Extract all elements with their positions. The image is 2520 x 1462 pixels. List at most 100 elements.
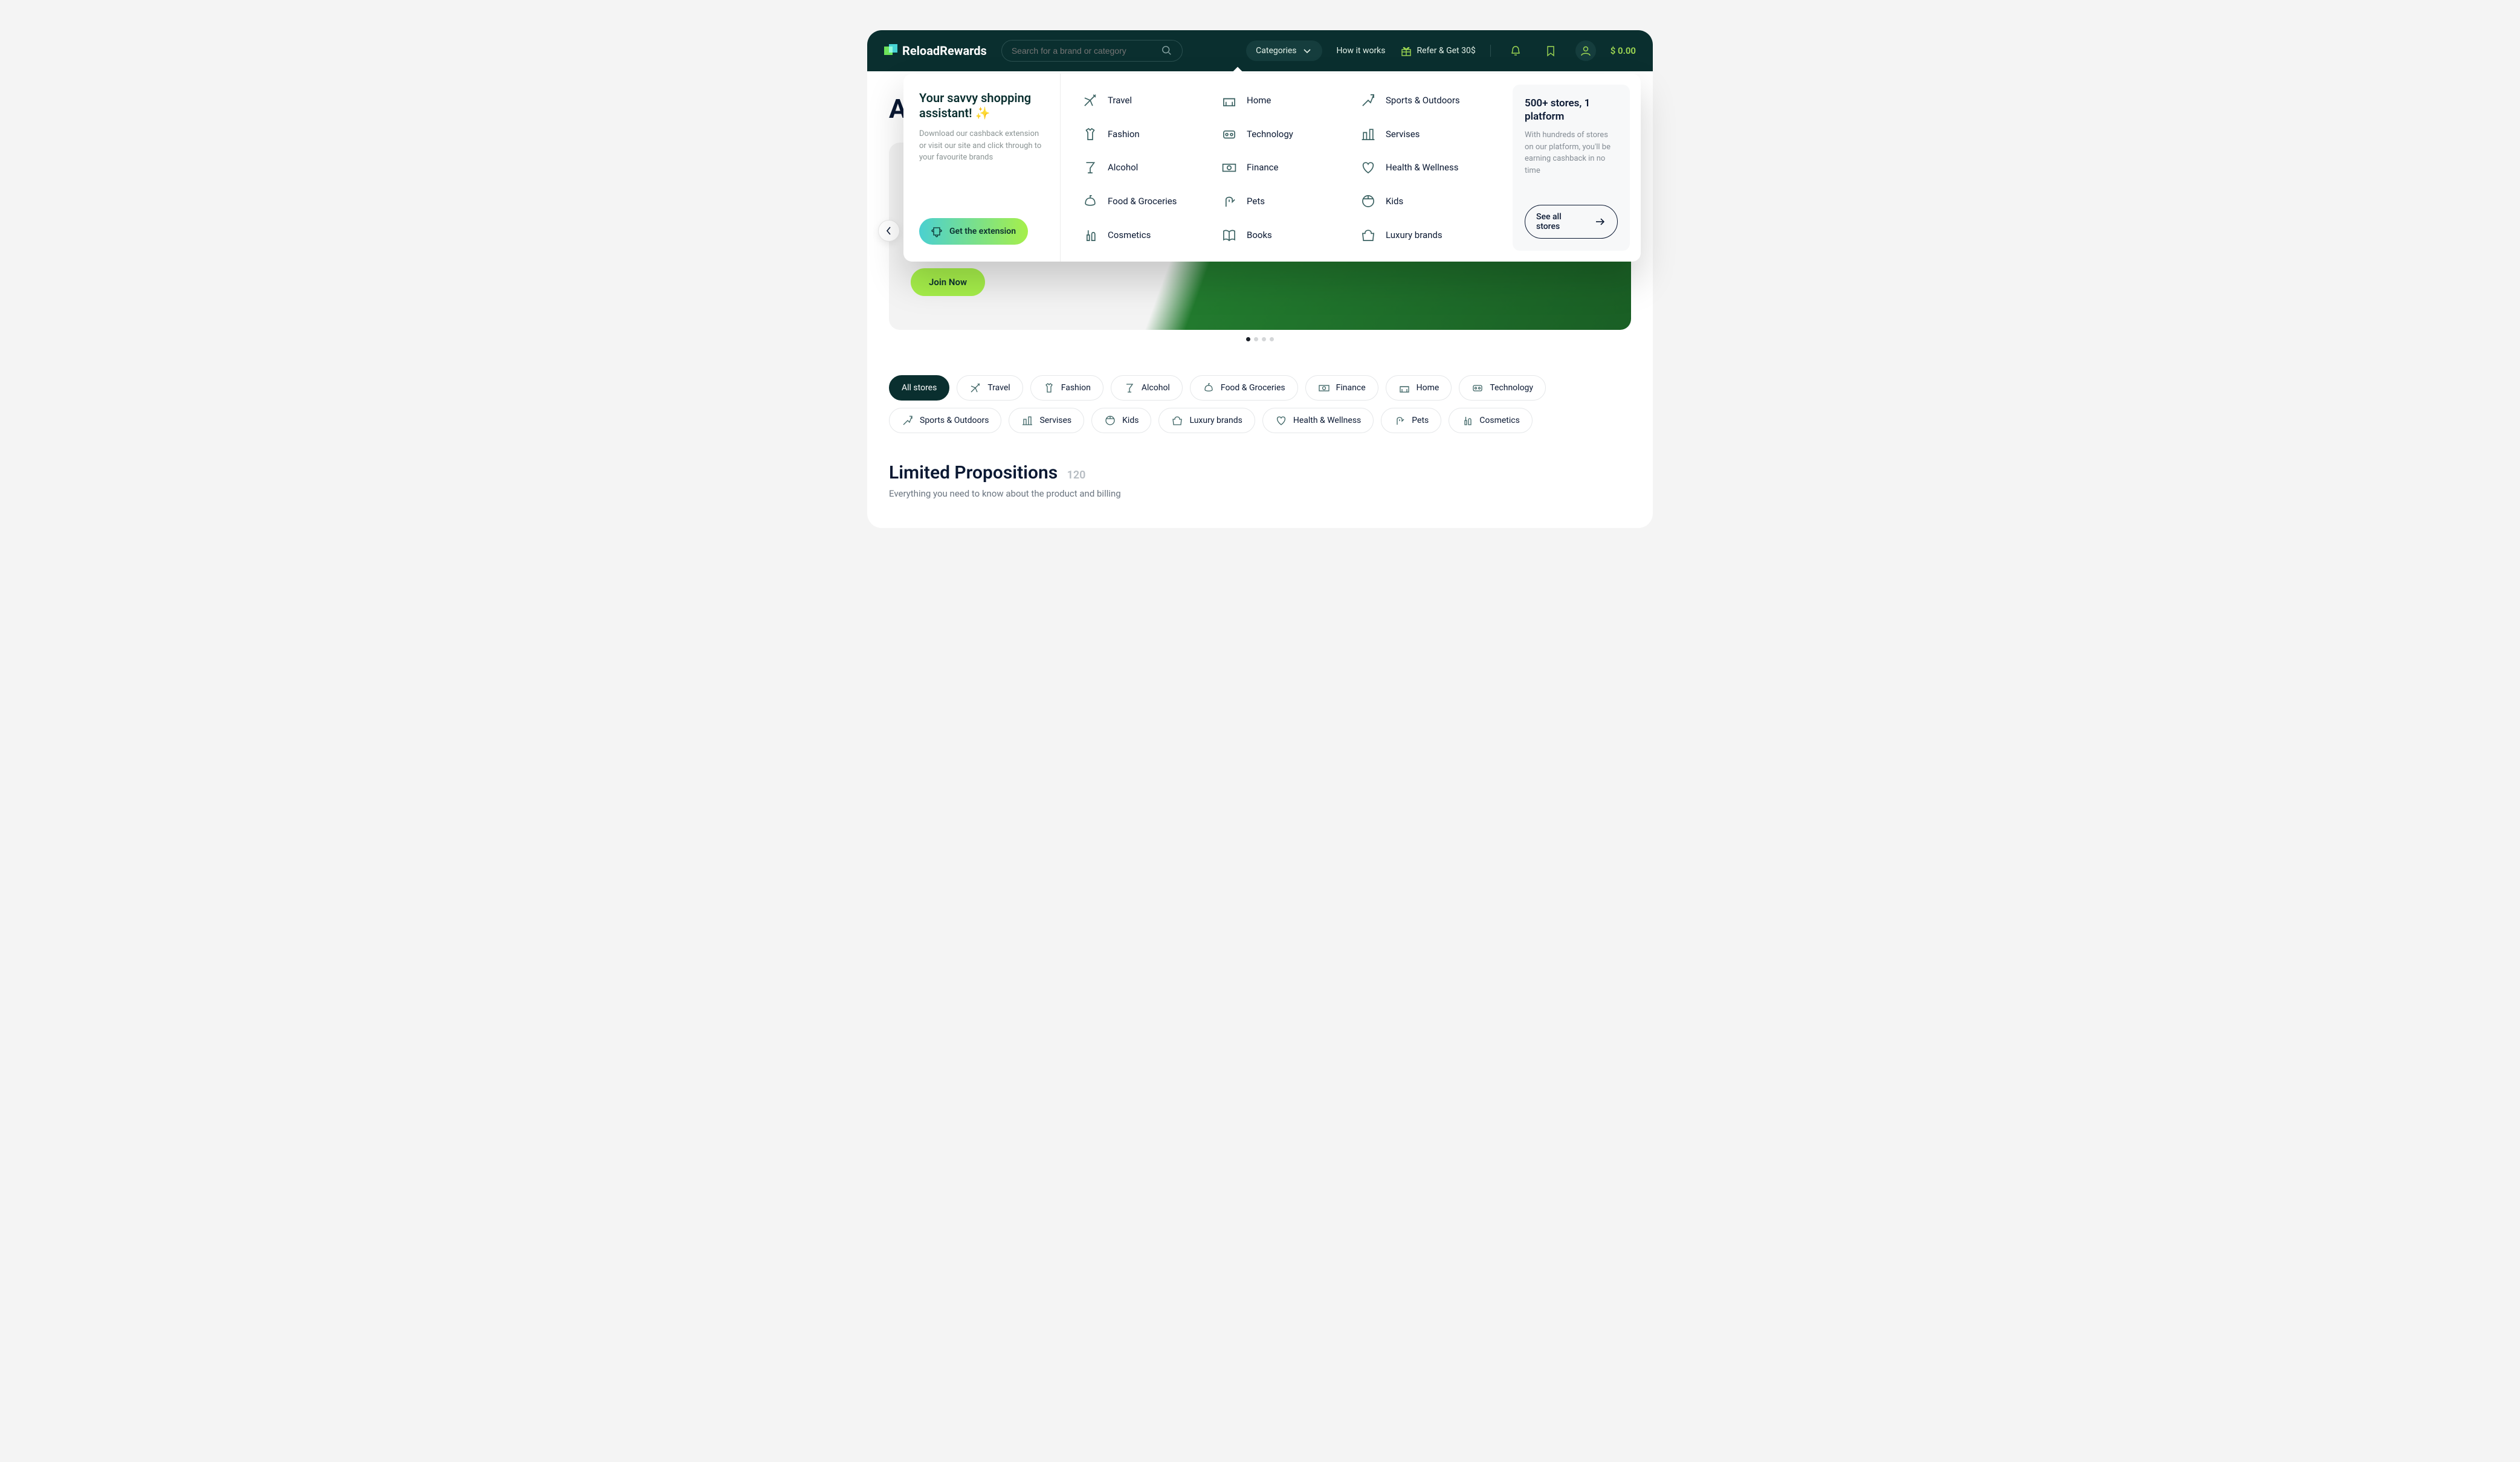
category-label: Pets [1247, 196, 1265, 207]
nav-refer-label: Refer & Get 30$ [1417, 46, 1476, 56]
bookmarks-button[interactable] [1540, 40, 1561, 61]
limited-count: 120 [1067, 469, 1086, 481]
filter-chip[interactable]: Alcohol [1111, 375, 1183, 401]
chip-label: Home [1417, 383, 1439, 393]
filter-chip[interactable]: Sports & Outdoors [889, 408, 1001, 433]
search-input[interactable] [1012, 46, 1161, 56]
chip-label: Kids [1122, 416, 1139, 425]
mega-right-title: 500+ stores, 1 platform [1525, 97, 1618, 123]
c-finance-icon [1221, 159, 1237, 175]
join-now-button[interactable]: Join Now [911, 268, 985, 296]
category-item[interactable]: Alcohol [1082, 158, 1202, 177]
category-label: Health & Wellness [1386, 162, 1458, 173]
c-services-icon [1360, 126, 1376, 142]
c-services-icon [1021, 414, 1033, 427]
chip-label: Servises [1039, 416, 1071, 425]
carousel-dot-4[interactable] [1270, 337, 1274, 341]
category-item[interactable]: Cosmetics [1082, 225, 1202, 245]
categories-mega-menu: Your savvy shopping assistant! ✨ Downloa… [903, 74, 1641, 262]
mega-promo-panel: Your savvy shopping assistant! ✨ Downloa… [903, 74, 1061, 262]
category-label: Travel [1108, 95, 1132, 106]
filter-chip[interactable]: Kids [1091, 408, 1151, 433]
category-item[interactable]: Home [1221, 91, 1341, 110]
category-label: Sports & Outdoors [1386, 95, 1460, 106]
c-health-icon [1275, 414, 1287, 427]
category-item[interactable]: Fashion [1082, 124, 1202, 144]
category-label: Fashion [1108, 129, 1140, 140]
filter-chip[interactable]: Food & Groceries [1190, 375, 1298, 401]
puzzle-icon [931, 225, 943, 237]
c-home-icon [1221, 92, 1237, 108]
c-sports-icon [902, 414, 914, 427]
filter-chip[interactable]: Cosmetics [1449, 408, 1533, 433]
category-item[interactable]: Books [1221, 225, 1341, 245]
category-label: Home [1247, 95, 1271, 106]
chip-label: Finance [1336, 383, 1366, 393]
limited-title: Limited Propositions [889, 462, 1058, 483]
filter-chip[interactable]: Home [1386, 375, 1452, 401]
c-finance-icon [1318, 382, 1330, 394]
bell-icon [1510, 45, 1522, 57]
c-fashion-icon [1082, 126, 1098, 142]
categories-dropdown[interactable]: Categories [1246, 40, 1322, 61]
filter-chip[interactable]: All stores [889, 375, 949, 401]
c-fashion-icon [1043, 382, 1055, 394]
filter-chip[interactable]: Travel [957, 375, 1023, 401]
balance-amount[interactable]: $ 0.00 [1611, 45, 1636, 56]
search-icon [1161, 45, 1172, 56]
filter-chip[interactable]: Fashion [1030, 375, 1103, 401]
filter-chip[interactable]: Luxury brands [1158, 408, 1255, 433]
categories-label: Categories [1256, 46, 1296, 56]
category-item[interactable]: Sports & Outdoors [1360, 91, 1480, 110]
filter-chip[interactable]: Technology [1459, 375, 1546, 401]
nav-how-it-works[interactable]: How it works [1337, 46, 1386, 56]
c-pets-icon [1394, 414, 1406, 427]
account-button[interactable] [1575, 40, 1596, 61]
chip-label: Travel [987, 383, 1010, 393]
brand-mark-icon [884, 44, 897, 57]
category-item[interactable]: Health & Wellness [1360, 158, 1480, 177]
see-all-stores-button[interactable]: See all stores [1525, 205, 1618, 239]
app-header: ReloadRewards Categories How it works Re… [867, 30, 1653, 71]
nav-refer[interactable]: Refer & Get 30$ [1400, 45, 1476, 57]
filter-chip[interactable]: Health & Wellness [1262, 408, 1374, 433]
chip-label: Health & Wellness [1293, 416, 1361, 425]
chevron-left-icon [883, 225, 895, 237]
chip-label: Luxury brands [1189, 416, 1242, 425]
c-luxury-icon [1360, 227, 1376, 243]
c-kids-icon [1360, 193, 1376, 209]
notifications-button[interactable] [1505, 40, 1526, 61]
category-label: Books [1247, 230, 1272, 240]
c-alcohol-icon [1082, 159, 1098, 175]
c-travel-icon [969, 382, 981, 394]
category-chips: All stores Travel Fashion Alcohol Food & Gro… [889, 375, 1631, 433]
category-item[interactable]: Travel [1082, 91, 1202, 110]
carousel-prev-button[interactable] [878, 220, 900, 242]
category-item[interactable]: Technology [1221, 124, 1341, 144]
carousel-dot-2[interactable] [1254, 337, 1258, 341]
filter-chip[interactable]: Finance [1305, 375, 1378, 401]
c-home-icon [1398, 382, 1410, 394]
carousel-dot-1[interactable] [1246, 337, 1250, 341]
category-item[interactable]: Luxury brands [1360, 225, 1480, 245]
category-item[interactable]: Pets [1221, 192, 1341, 211]
carousel-dot-3[interactable] [1262, 337, 1266, 341]
c-tech-icon [1472, 382, 1484, 394]
category-label: Alcohol [1108, 162, 1138, 173]
brand-logo[interactable]: ReloadRewards [884, 43, 987, 58]
c-cosmetics-icon [1461, 414, 1473, 427]
get-extension-button[interactable]: Get the extension [919, 218, 1028, 245]
filter-chip[interactable]: Pets [1381, 408, 1441, 433]
filter-chip[interactable]: Servises [1009, 408, 1084, 433]
category-item[interactable]: Food & Groceries [1082, 192, 1202, 211]
category-item[interactable]: Finance [1221, 158, 1341, 177]
category-item[interactable]: Kids [1360, 192, 1480, 211]
c-alcohol-icon [1123, 382, 1136, 394]
limited-subtitle: Everything you need to know about the pr… [889, 488, 1631, 499]
c-sports-icon [1360, 92, 1376, 108]
search-field[interactable] [1001, 40, 1183, 62]
category-item[interactable]: Servises [1360, 124, 1480, 144]
chip-label: Fashion [1061, 383, 1091, 393]
category-label: Technology [1247, 129, 1293, 140]
get-extension-label: Get the extension [949, 227, 1016, 236]
